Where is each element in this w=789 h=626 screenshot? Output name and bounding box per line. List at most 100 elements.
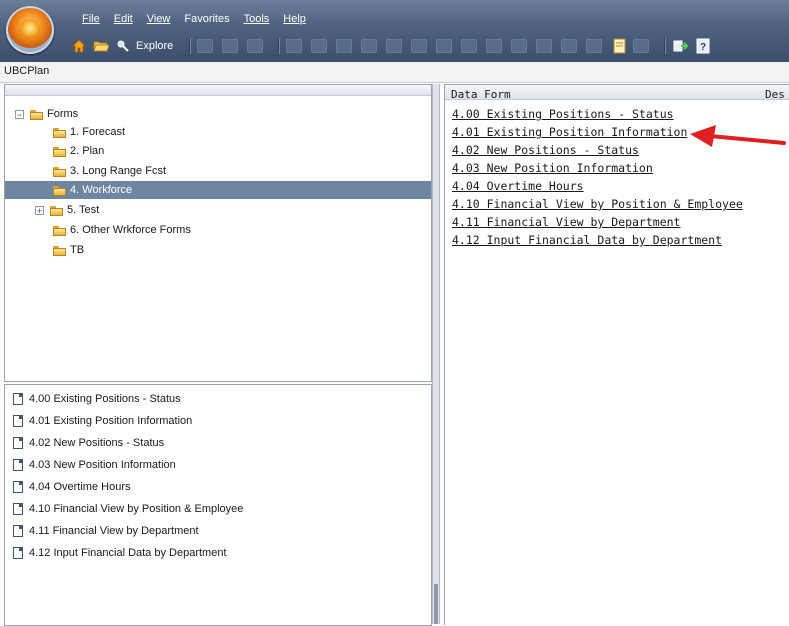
data-form-pane: Data Form Des 4.00 Existing Positions - … [444,84,789,625]
svg-text:?: ? [700,42,706,53]
document-icon [13,525,23,537]
folder-icon [30,109,43,120]
explore-label[interactable]: Explore [136,40,173,52]
menu-file[interactable]: File [76,12,106,30]
list-item[interactable]: 4.12 Input Financial Data by Department [13,544,227,562]
list-item[interactable]: 4.00 Existing Positions - Status [13,390,181,408]
column-header-data-form[interactable]: Data Form [451,88,511,101]
toolbar-button-disabled [411,39,428,53]
list-item[interactable]: 4.02 New Positions - Status [13,434,164,452]
explore-icon[interactable] [114,37,132,55]
forms-tree-pane: − Forms 1. Forecast 2. Plan 3. Long Rang… [4,84,432,382]
expand-icon[interactable]: + [35,205,44,215]
form-link[interactable]: 4.10 Financial View by Position & Employ… [452,197,743,211]
tree-item-forecast[interactable]: 1. Forecast [53,123,125,141]
tree-root-forms[interactable]: − Forms [15,105,78,123]
toolbar: Explore ? [70,36,785,56]
document-icon [13,459,23,471]
folder-icon [53,127,66,138]
list-item-label: 4.01 Existing Position Information [29,415,193,427]
document-icon[interactable] [611,37,629,55]
menu-tools[interactable]: Tools [238,12,276,30]
form-list-pane: 4.00 Existing Positions - Status 4.01 Ex… [4,384,432,626]
annotation-arrow-icon [690,125,786,147]
column-header-description[interactable]: Des [765,88,785,101]
list-item-label: 4.11 Financial View by Department [29,525,199,537]
collapse-icon[interactable]: − [15,109,24,119]
list-item-label: 4.03 New Position Information [29,459,176,471]
data-form-header: Data Form Des [445,85,789,101]
home-icon[interactable] [70,37,88,55]
tree-item-label: 3. Long Range Fcst [70,165,167,177]
list-item[interactable]: 4.03 New Position Information [13,456,176,474]
form-link[interactable]: 4.01 Existing Position Information [452,125,687,139]
list-item[interactable]: 4.11 Financial View by Department [13,522,199,540]
pane-splitter[interactable] [432,84,440,624]
document-icon [13,481,23,493]
toolbar-button-disabled [222,39,239,53]
toolbar-button-disabled [247,39,264,53]
tree-item-label: Forms [47,108,79,120]
tree-item-test[interactable]: + 5. Test [35,201,99,219]
document-icon [13,415,23,427]
list-item-label: 4.04 Overtime Hours [29,481,131,493]
toolbar-button-disabled [633,39,650,53]
form-link[interactable]: 4.02 New Positions - Status [452,143,639,157]
list-item-label: 4.10 Financial View by Position & Employ… [29,503,244,515]
tree-item-other-wrkforce-forms[interactable]: 6. Other Wrkforce Forms [53,221,191,239]
tree-pane-header [5,85,431,96]
tree-item-label: 2. Plan [70,145,105,157]
tree-item-label: 6. Other Wrkforce Forms [70,224,191,236]
folder-icon [53,166,66,177]
folder-icon [53,185,66,196]
toolbar-button-disabled [586,39,603,53]
folder-icon [50,205,63,216]
splitter-grip[interactable] [434,584,438,624]
document-icon [13,437,23,449]
toolbar-button-disabled [561,39,578,53]
toolbar-separator [278,38,281,54]
list-item[interactable]: 4.01 Existing Position Information [13,412,192,430]
help-icon[interactable]: ? [694,37,712,55]
toolbar-button-disabled [386,39,403,53]
form-link[interactable]: 4.00 Existing Positions - Status [452,107,674,121]
tree-item-tb[interactable]: TB [53,241,84,259]
tree-item-long-range-fcst[interactable]: 3. Long Range Fcst [53,162,166,180]
tree-item-label: TB [70,244,85,256]
tree-item-label: 5. Test [67,204,100,216]
tree-item-workforce[interactable]: 4. Workforce [5,181,431,199]
folder-icon [53,245,66,256]
toolbar-button-disabled [311,39,328,53]
tree-item-plan[interactable]: 2. Plan [53,142,104,160]
menu-favorites[interactable]: Favorites [178,12,235,30]
menu-help[interactable]: Help [277,12,312,30]
document-icon [13,393,23,405]
toolbar-separator [189,38,192,54]
list-item[interactable]: 4.10 Financial View by Position & Employ… [13,500,243,518]
form-link[interactable]: 4.04 Overtime Hours [452,179,584,193]
folder-icon [53,146,66,157]
app-orb-icon[interactable] [6,6,54,54]
folder-icon [53,225,66,236]
list-item-label: 4.12 Input Financial Data by Department [29,547,227,559]
menu-view[interactable]: View [141,12,177,30]
tree-item-label: 1. Forecast [70,126,126,138]
toolbar-button-disabled [286,39,303,53]
menu-edit[interactable]: Edit [108,12,139,30]
app-chrome: File Edit View Favorites Tools Help Expl… [0,0,789,63]
toolbar-button-disabled [336,39,353,53]
document-icon [13,547,23,559]
app-name-label: UBCPlan [4,65,50,77]
toolbar-button-disabled [436,39,453,53]
toolbar-button-disabled [486,39,503,53]
tree-item-label: 4. Workforce [70,184,133,196]
form-link[interactable]: 4.03 New Position Information [452,161,653,175]
menu-bar: File Edit View Favorites Tools Help [76,12,312,30]
form-link[interactable]: 4.12 Input Financial Data by Department [452,233,722,247]
logout-icon[interactable] [672,37,690,55]
form-link[interactable]: 4.11 Financial View by Department [452,215,680,229]
toolbar-button-disabled [361,39,378,53]
toolbar-separator [664,38,667,54]
list-item[interactable]: 4.04 Overtime Hours [13,478,130,496]
open-folder-icon[interactable] [92,37,110,55]
